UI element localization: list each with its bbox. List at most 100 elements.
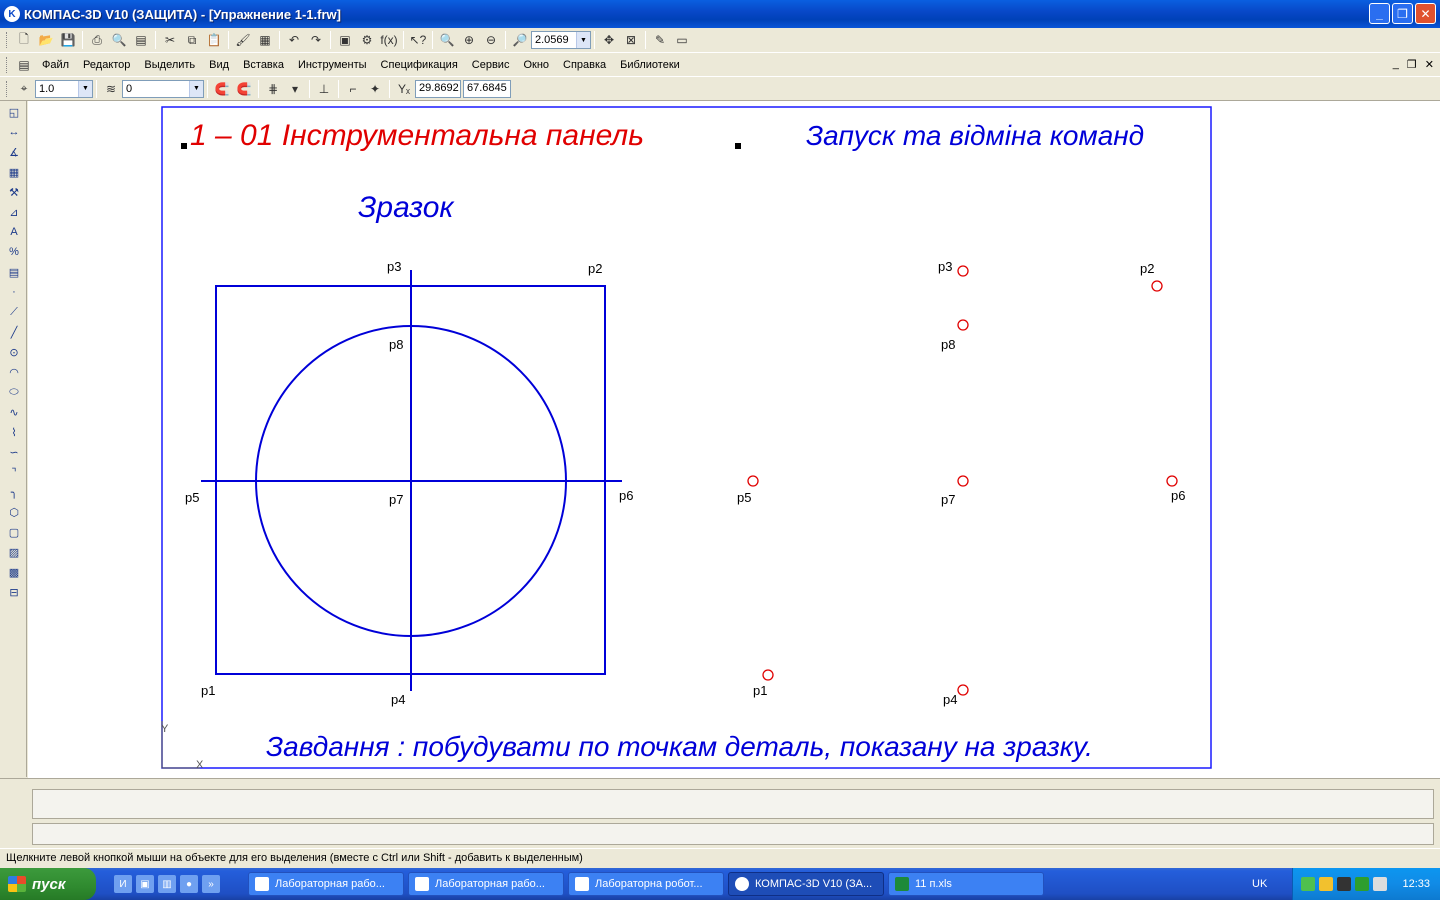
- rectangle-tool-icon[interactable]: ▢: [3, 523, 25, 541]
- snap-magnet-icon[interactable]: 🧲: [211, 79, 233, 99]
- menu-select[interactable]: Выделить: [137, 59, 202, 71]
- new-file-icon[interactable]: 🗋: [13, 30, 35, 50]
- equidistant-tool-icon[interactable]: ⊟: [3, 583, 25, 601]
- toolbar-grip[interactable]: [6, 32, 9, 48]
- grid-icon[interactable]: ⋕: [262, 79, 284, 99]
- fill-tool-icon[interactable]: ▩: [3, 563, 25, 581]
- ortho-icon[interactable]: ⌐: [342, 79, 364, 99]
- quick-launch-app-icon[interactable]: И: [114, 875, 132, 893]
- properties-icon[interactable]: ▤: [130, 30, 152, 50]
- ellipse-tool-icon[interactable]: ⬭: [3, 383, 25, 401]
- layers-icon[interactable]: ≋: [100, 79, 122, 99]
- hatch-tool-icon[interactable]: ▨: [3, 543, 25, 561]
- round-coords-icon[interactable]: ✦: [364, 79, 386, 99]
- step-combo[interactable]: 1.0 ▼: [35, 79, 93, 98]
- chevron-down-icon[interactable]: ▾: [284, 79, 306, 99]
- cut-icon[interactable]: ✂: [159, 30, 181, 50]
- tray-antivirus-icon[interactable]: [1355, 877, 1369, 891]
- menu-service[interactable]: Сервис: [465, 59, 517, 71]
- redo-icon[interactable]: ↷: [305, 30, 327, 50]
- property-area[interactable]: [32, 789, 1434, 819]
- zoom-out-icon[interactable]: ⊖: [480, 30, 502, 50]
- format-brush-icon[interactable]: 🖌: [232, 30, 254, 50]
- dimensions-panel-icon[interactable]: ↔: [3, 123, 25, 141]
- point-tool-icon[interactable]: ·: [3, 283, 25, 301]
- language-indicator[interactable]: UK: [1252, 878, 1267, 890]
- cursor-step-icon[interactable]: ⌖: [13, 79, 35, 99]
- document-manager-icon[interactable]: ▦: [254, 30, 276, 50]
- chamfer-tool-icon[interactable]: ⌝: [3, 463, 25, 481]
- select-panel-icon[interactable]: A: [3, 223, 25, 241]
- doc-minimize-icon[interactable]: _: [1393, 58, 1399, 71]
- parametrization-panel-icon[interactable]: ⚒: [3, 183, 25, 201]
- target-point-p4[interactable]: [957, 684, 969, 696]
- spec-panel-icon[interactable]: %: [3, 243, 25, 261]
- aux-line-tool-icon[interactable]: ⟋: [3, 303, 25, 321]
- task-word-3[interactable]: Лабораторна робот...: [568, 872, 724, 896]
- minimize-button[interactable]: _: [1369, 3, 1390, 24]
- print-icon[interactable]: ⎙: [86, 30, 108, 50]
- target-point-p1[interactable]: [762, 669, 774, 681]
- menu-tools[interactable]: Инструменты: [291, 59, 374, 71]
- coord-x-field[interactable]: 29.8692: [415, 79, 461, 98]
- help-pointer-icon[interactable]: ↖?: [407, 30, 429, 50]
- variables-icon[interactable]: ⚙: [356, 30, 378, 50]
- circle-tool-icon[interactable]: ⊙: [3, 343, 25, 361]
- task-word-1[interactable]: Лабораторная рабо...: [248, 872, 404, 896]
- zoom-window-icon[interactable]: 🔍: [436, 30, 458, 50]
- doc-close-icon[interactable]: ✕: [1425, 58, 1434, 71]
- start-button[interactable]: пуск: [0, 868, 96, 900]
- document-icon[interactable]: ▤: [13, 55, 35, 75]
- geometry-panel-icon[interactable]: ◱: [3, 103, 25, 121]
- segment-tool-icon[interactable]: ╱: [3, 323, 25, 341]
- arc-tool-icon[interactable]: ◠: [3, 363, 25, 381]
- edit-panel-icon[interactable]: ▦: [3, 163, 25, 181]
- chevron-down-icon[interactable]: ▼: [78, 80, 92, 97]
- menu-help[interactable]: Справка: [556, 59, 613, 71]
- manager-icon[interactable]: ▣: [334, 30, 356, 50]
- show-all-icon[interactable]: ⊠: [620, 30, 642, 50]
- polygon-tool-icon[interactable]: ⬡: [3, 503, 25, 521]
- task-kompas[interactable]: КОМПАС-3D V10 (ЗА...: [728, 872, 884, 896]
- polyline-tool-icon[interactable]: ⌇: [3, 423, 25, 441]
- measure-panel-icon[interactable]: ⊿: [3, 203, 25, 221]
- menu-view[interactable]: Вид: [202, 59, 236, 71]
- pan-icon[interactable]: ✥: [598, 30, 620, 50]
- chevron-down-icon[interactable]: ▼: [576, 32, 590, 48]
- quick-launch-browser-icon[interactable]: ●: [180, 875, 198, 893]
- quick-launch-more-icon[interactable]: »: [202, 875, 220, 893]
- menu-grip[interactable]: [6, 56, 9, 73]
- tray-app-icon[interactable]: [1301, 877, 1315, 891]
- reports-panel-icon[interactable]: ▤: [3, 263, 25, 281]
- restore-button[interactable]: ❐: [1392, 3, 1413, 24]
- zoom-in-icon[interactable]: ⊕: [458, 30, 480, 50]
- local-snap-icon[interactable]: 🧲: [233, 79, 255, 99]
- coord-y-field[interactable]: 67.6845: [463, 79, 511, 98]
- save-icon[interactable]: 💾: [57, 30, 79, 50]
- target-point-p7[interactable]: [957, 475, 969, 487]
- regenerate-icon[interactable]: ✎: [649, 30, 671, 50]
- screen-icon[interactable]: ▭: [671, 30, 693, 50]
- task-word-2[interactable]: Лабораторная рабо...: [408, 872, 564, 896]
- target-point-p5[interactable]: [747, 475, 759, 487]
- bezier-tool-icon[interactable]: ∽: [3, 443, 25, 461]
- zoom-scale-icon[interactable]: 🔎: [509, 30, 531, 50]
- quick-launch-desktop-icon[interactable]: ▣: [136, 875, 154, 893]
- target-point-p6[interactable]: [1166, 475, 1178, 487]
- menu-edit[interactable]: Редактор: [76, 59, 137, 71]
- open-file-icon[interactable]: 📂: [35, 30, 57, 50]
- toolbar-grip[interactable]: [6, 80, 9, 97]
- spline-tool-icon[interactable]: ∿: [3, 403, 25, 421]
- menu-window[interactable]: Окно: [516, 59, 556, 71]
- undo-icon[interactable]: ↶: [283, 30, 305, 50]
- layer-combo[interactable]: 0 ▼: [122, 79, 204, 98]
- function-icon[interactable]: f(x): [378, 30, 400, 50]
- tray-warning-icon[interactable]: [1319, 877, 1333, 891]
- drawing-canvas[interactable]: 1 – 01 Інструментальна панель Запуск та …: [28, 101, 1440, 778]
- close-button[interactable]: ✕: [1415, 3, 1436, 24]
- task-excel[interactable]: 11 п.xls: [888, 872, 1044, 896]
- target-point-p8[interactable]: [957, 319, 969, 331]
- menu-insert[interactable]: Вставка: [236, 59, 291, 71]
- menu-specification[interactable]: Спецификация: [374, 59, 465, 71]
- zoom-combo[interactable]: 2.0569 ▼: [531, 31, 591, 49]
